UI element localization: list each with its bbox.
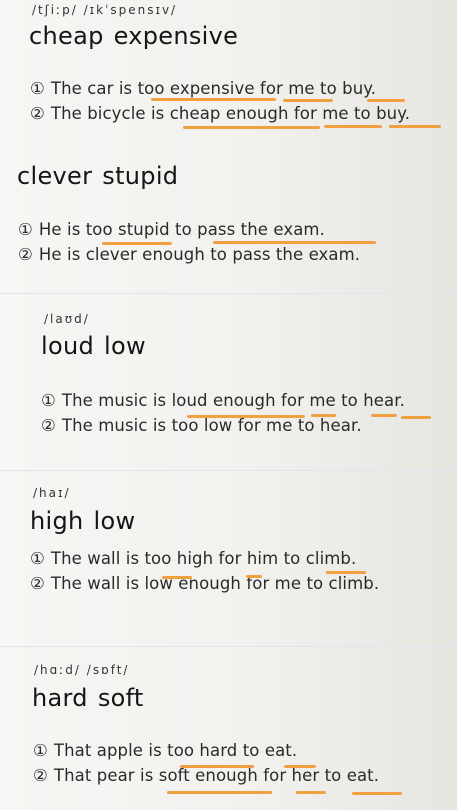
highlight-underline <box>102 242 172 245</box>
highlight-underline <box>296 791 326 794</box>
phonetic-label: /tʃiːp/ /ɪkˈspensɪv/ <box>32 3 178 17</box>
example-sentence: ① He is too stupid to pass the exam. <box>18 220 325 239</box>
sentence-text: The wall is too high for him to climb. <box>50 549 357 568</box>
section-hard-soft: /hɑːd/ /sɒft/ hard soft ① That apple is to… <box>0 647 457 810</box>
example-sentence: ① That apple is too hard to eat. <box>33 741 297 760</box>
vocab-word: stupid <box>102 162 179 190</box>
highlight-underline <box>324 125 382 128</box>
highlight-underline <box>371 414 397 417</box>
highlight-underline <box>213 241 376 244</box>
highlight-underline <box>187 415 305 418</box>
example-sentence: ② The music is too low for me to hear. <box>41 416 362 435</box>
sentence-text: He is clever enough to pass the exam. <box>38 245 361 264</box>
vocab-word: loud <box>41 332 94 360</box>
sentence-text: The music is too low for me to hear. <box>61 416 362 435</box>
vocab-word: cheap <box>29 22 104 50</box>
sentence-text: The car is too expensive for me to buy. <box>50 79 377 98</box>
highlight-underline <box>167 791 272 794</box>
vocab-title: clever stupid <box>17 162 178 190</box>
vocab-word: soft <box>97 684 144 712</box>
example-sentence: ① The music is loud enough for me to hear… <box>41 391 405 410</box>
sentence-number: ① <box>30 549 45 568</box>
sentence-number: ① <box>41 391 56 410</box>
phonetic-label: /haɪ/ <box>33 486 71 500</box>
phonetic-label: /hɑːd/ /sɒft/ <box>34 663 130 677</box>
highlight-underline <box>180 765 254 768</box>
highlight-underline <box>401 416 431 419</box>
sentence-text: The wall is low enough for me to climb. <box>50 574 380 593</box>
section-loud-low: /laʊd/ loud low ① The music is loud enough… <box>0 294 457 470</box>
example-sentence: ① The wall is too high for him to climb. <box>30 549 356 568</box>
vocab-word: high <box>30 507 84 535</box>
example-sentence: ② The bicycle is cheap enough for me to b… <box>30 104 410 123</box>
vocab-title: high low <box>30 507 135 535</box>
vocab-title: hard soft <box>32 684 144 712</box>
phonetic-label: /laʊd/ <box>44 312 90 326</box>
sentence-number: ② <box>30 104 45 123</box>
sentence-text: The bicycle is cheap enough for me to bu… <box>50 104 411 123</box>
sentence-number: ① <box>33 741 48 760</box>
sentence-number: ② <box>18 245 33 264</box>
example-sentence: ① The car is too expensive for me to buy. <box>30 79 376 98</box>
highlight-underline <box>352 792 402 795</box>
highlight-underline <box>246 575 262 578</box>
sentence-text: He is too stupid to pass the exam. <box>38 220 325 239</box>
vocab-title: cheap expensive <box>29 22 238 50</box>
sentence-number: ② <box>41 416 56 435</box>
vocab-word: low <box>104 332 146 360</box>
section-cheap-expensive: /tʃiːp/ /ɪkˈspensɪv/ cheap expensive ① The… <box>0 0 457 147</box>
section-high-low: /haɪ/ high low ① The wall is too high for … <box>0 471 457 646</box>
highlight-underline <box>389 125 441 128</box>
section-clever-stupid: clever stupid ① He is too stupid to pass t… <box>0 147 457 293</box>
highlight-underline <box>311 414 336 417</box>
highlight-underline <box>283 99 333 102</box>
highlight-underline <box>367 99 405 102</box>
vocab-word: expensive <box>113 22 239 50</box>
highlight-underline <box>326 571 366 574</box>
example-sentence: ② That pear is soft enough for her to eat… <box>33 766 379 785</box>
sentence-number: ② <box>30 574 45 593</box>
highlight-underline <box>151 98 276 101</box>
sentence-number: ① <box>30 79 45 98</box>
sentence-number: ① <box>18 220 33 239</box>
sentence-text: That apple is too hard to eat. <box>53 741 298 760</box>
vocab-title: loud low <box>41 332 146 360</box>
highlight-underline <box>284 765 316 768</box>
highlight-underline <box>162 576 192 579</box>
vocab-word: low <box>93 507 136 535</box>
sentence-text: The music is loud enough for me to hear. <box>61 391 405 410</box>
highlight-underline <box>183 126 320 129</box>
example-sentence: ② The wall is low enough for me to climb. <box>30 574 379 593</box>
sentence-number: ② <box>33 766 48 785</box>
vocab-word: clever <box>17 162 93 190</box>
sentence-text: That pear is soft enough for her to eat. <box>53 766 380 785</box>
vocab-word: hard <box>32 684 88 712</box>
example-sentence: ② He is clever enough to pass the exam. <box>18 245 360 264</box>
